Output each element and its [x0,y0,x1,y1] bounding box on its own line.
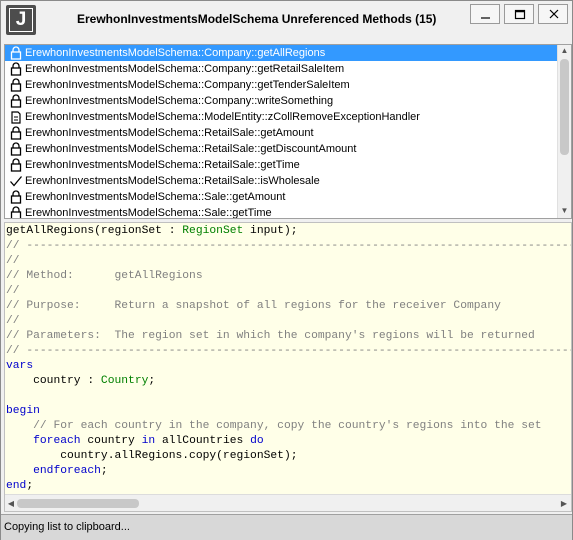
method-list-item[interactable]: ErewhonInvestmentsModelSchema::Company::… [5,93,557,109]
method-label: ErewhonInvestmentsModelSchema::Company::… [25,95,334,107]
app-logo-letter: J [9,8,33,32]
foreach-keyword: foreach [33,435,81,447]
lock-icon [9,206,23,218]
scroll-down-arrow-icon[interactable]: ▼ [560,206,569,216]
loop-body-line: country.allRegions.copy(regionSet); [6,450,298,462]
method-label: ErewhonInvestmentsModelSchema::Sale::get… [25,191,286,203]
method-label: ErewhonInvestmentsModelSchema::RetailSal… [25,175,320,187]
var-type: Country [100,375,149,387]
method-list-item[interactable]: ErewhonInvestmentsModelSchema::RetailSal… [5,125,557,141]
var-name: country : [6,375,101,387]
method-label: ErewhonInvestmentsModelSchema::Company::… [25,47,326,59]
endforeach-keyword: endforeach [33,465,101,477]
lock-icon [9,158,23,172]
title-bar[interactable]: J ErewhonInvestmentsModelSchema Unrefere… [1,1,572,39]
lock-icon [9,142,23,156]
code-signature-line: getAllRegions(regionSet : RegionSet inpu… [6,224,298,239]
method-list-item[interactable]: ErewhonInvestmentsModelSchema::Sale::get… [5,189,557,205]
editor-horizontal-scrollbar[interactable]: ◀ ▶ [5,494,571,511]
signature-type: RegionSet [182,225,244,237]
scroll-right-arrow-icon[interactable]: ▶ [559,498,569,509]
page-icon [9,110,23,124]
method-list-item[interactable]: ErewhonInvestmentsModelSchema::Company::… [5,77,557,93]
comment-purpose: // Purpose: Return a snapshot of all reg… [6,300,501,312]
method-list-item[interactable]: ErewhonInvestmentsModelSchema::RetailSal… [5,173,557,189]
unreferenced-methods-list[interactable]: ErewhonInvestmentsModelSchema::Company::… [4,44,572,219]
method-label: ErewhonInvestmentsModelSchema::RetailSal… [25,127,314,139]
method-label: ErewhonInvestmentsModelSchema::Company::… [25,63,345,75]
end-semicolon: ; [26,480,34,492]
lock-icon [9,62,23,76]
var-end: ; [148,375,156,387]
end-line: end; [6,479,33,494]
comment-blank: // [6,255,20,267]
foreach-line: foreach country in allCountries do [6,434,264,449]
vars-keyword: vars [6,360,34,372]
check-icon [9,174,23,188]
signature-rest: input); [243,225,298,237]
maximize-button[interactable] [504,4,534,24]
method-label: ErewhonInvestmentsModelSchema::ModelEnti… [25,111,420,123]
methods-window: J ErewhonInvestmentsModelSchema Unrefere… [0,0,573,540]
comment-blank: // [6,285,20,297]
scroll-left-arrow-icon[interactable]: ◀ [6,498,16,509]
status-text: Copying list to clipboard... [4,521,130,533]
endforeach-semicolon: ; [100,465,108,477]
minimize-button[interactable] [470,4,500,24]
close-icon [549,9,559,19]
method-list-item[interactable]: ErewhonInvestmentsModelSchema::Company::… [5,45,557,61]
end-keyword: end [6,480,27,492]
method-source-editor[interactable]: getAllRegions(regionSet : RegionSet inpu… [4,222,572,512]
lock-icon [9,126,23,140]
minimize-icon [481,17,490,19]
lock-icon [9,94,23,108]
method-list-item[interactable]: ErewhonInvestmentsModelSchema::Sale::get… [5,205,557,219]
method-label: ErewhonInvestmentsModelSchema::RetailSal… [25,143,357,155]
method-label: ErewhonInvestmentsModelSchema::Company::… [25,79,350,91]
comment-blank: // [6,315,20,327]
app-logo-icon[interactable]: J [6,5,36,35]
in-keyword: in [141,435,156,447]
method-label: ErewhonInvestmentsModelSchema::Sale::get… [25,207,272,219]
comment-method: // Method: getAllRegions [6,270,203,282]
methods-scroll-thumb[interactable] [560,59,569,155]
var-declaration-line: country : Country; [6,374,155,389]
endforeach-line: endforeach; [6,464,108,479]
maximize-icon [514,9,526,20]
comment-rule-top: // -------------------------------------… [6,240,571,252]
status-bar: Copying list to clipboard... [1,514,572,540]
comment-rule-bottom: // -------------------------------------… [6,345,571,357]
begin-keyword: begin [6,405,40,417]
editor-scroll-thumb[interactable] [17,499,139,508]
method-list-item[interactable]: ErewhonInvestmentsModelSchema::ModelEnti… [5,109,557,125]
signature-name: getAllRegions(regionSet : [6,225,183,237]
scroll-up-arrow-icon[interactable]: ▲ [560,46,569,56]
window-title: ErewhonInvestmentsModelSchema Unreferenc… [77,12,437,26]
lock-icon [9,46,23,60]
lock-icon [9,78,23,92]
comment-parameters: // Parameters: The region set in which t… [6,330,535,342]
loop-comment: // For each country in the company, copy… [6,420,542,432]
method-list-item[interactable]: ErewhonInvestmentsModelSchema::RetailSal… [5,141,557,157]
method-label: ErewhonInvestmentsModelSchema::RetailSal… [25,159,300,171]
lock-icon [9,190,23,204]
do-keyword: do [250,435,264,447]
close-button[interactable] [538,4,568,24]
foreach-variable: country [80,435,142,447]
method-list-item[interactable]: ErewhonInvestmentsModelSchema::Company::… [5,61,557,77]
methods-vertical-scrollbar[interactable]: ▲ ▼ [557,45,571,218]
foreach-collection: allCountries [155,435,251,447]
method-list-item[interactable]: ErewhonInvestmentsModelSchema::RetailSal… [5,157,557,173]
